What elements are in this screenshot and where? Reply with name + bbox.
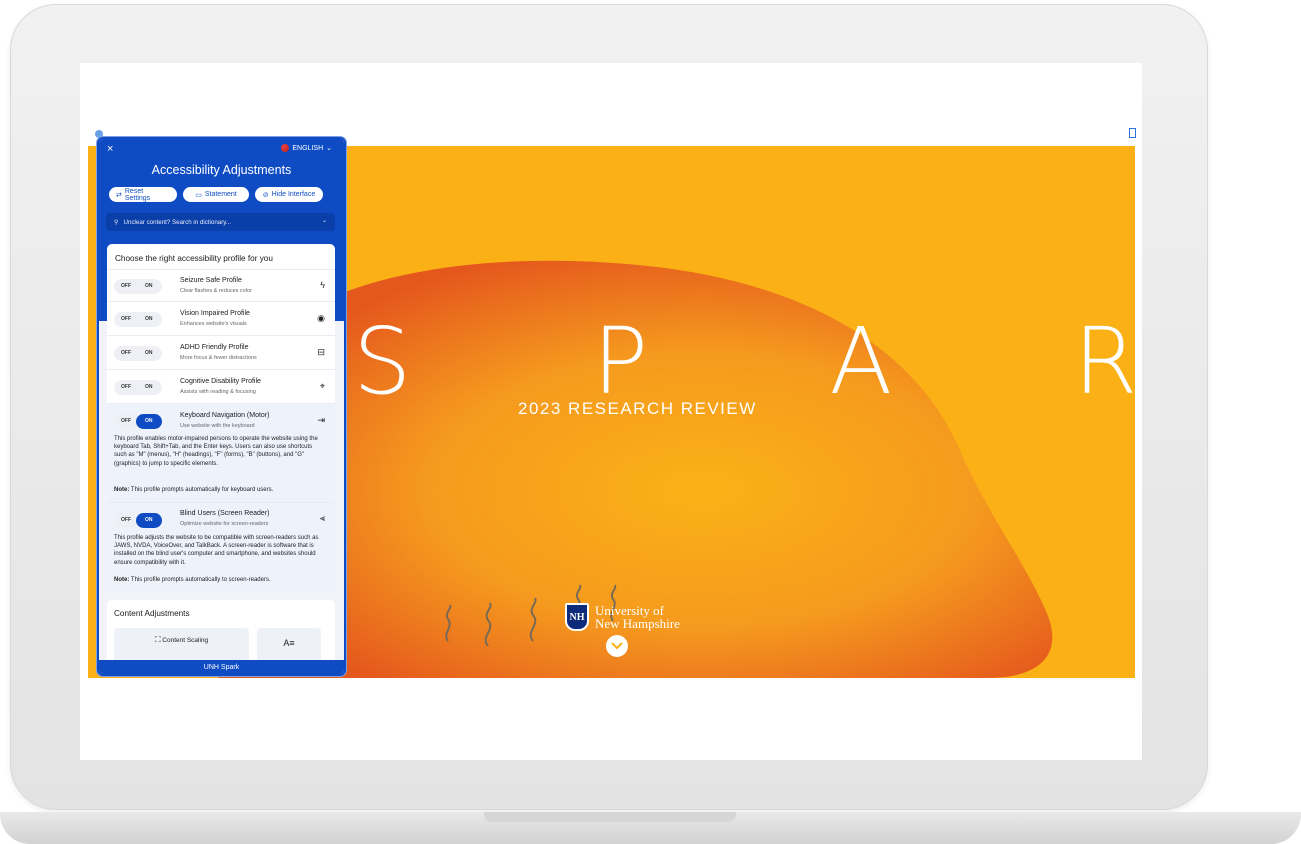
toggle-on-label: ON [145, 384, 153, 390]
search-icon: ⚲ [114, 218, 119, 226]
toggle-off-label: OFF [121, 517, 131, 523]
profile-row-cognitive: OFF ON Cognitive Disability Profile Assi… [107, 369, 335, 404]
panel-title: Accessibility Adjustments [151, 163, 292, 177]
seizure-toggle[interactable]: OFF ON [114, 279, 162, 294]
profile-note: Note: This profile prompts automatically… [114, 486, 326, 494]
profile-note: Note: This profile prompts automatically… [114, 576, 326, 584]
chevron-down-icon [611, 642, 623, 650]
profile-row-blind: OFF ON Blind Users (Screen Reader) Optim… [107, 502, 335, 592]
toggle-off-label: OFF [121, 283, 131, 289]
adhd-toggle[interactable]: OFF ON [114, 346, 162, 361]
profile-details: This profile adjusts the website to be c… [114, 535, 319, 566]
profile-desc: Use website with the keyboard [180, 423, 255, 429]
profiles-card: Choose the right accessibility profile f… [107, 244, 335, 592]
hide-icon: ⊘ [262, 191, 269, 199]
hide-interface-label: Hide Interface [271, 191, 316, 198]
cognitive-toggle[interactable]: OFF ON [114, 380, 162, 395]
profile-name: Blind Users (Screen Reader) [180, 510, 270, 517]
panel-footer: UNH Spark [99, 660, 344, 674]
toggle-off-label: OFF [121, 384, 131, 390]
profile-desc: Enhances website's visuals [180, 321, 247, 327]
chevron-down-icon: ⌄ [321, 218, 327, 224]
profile-name: Cognitive Disability Profile [180, 378, 261, 385]
focus-icon: ⊟ [317, 347, 325, 357]
profile-desc: Assists with reading & focusing [180, 389, 256, 395]
profile-desc: More focus & fewer distractions [180, 355, 257, 361]
close-icon[interactable]: × [107, 143, 113, 155]
profile-name: ADHD Friendly Profile [180, 344, 249, 351]
toggle-on-label: ON [145, 316, 153, 322]
lightning-icon: ϟ [320, 280, 325, 290]
language-label: ENGLISH [292, 144, 324, 152]
profiles-heading: Choose the right accessibility profile f… [115, 254, 273, 263]
target-icon: ⌖ [319, 381, 325, 391]
profile-details: This profile enables motor-impaired pers… [114, 436, 318, 467]
text-align-icon: A≡ [283, 638, 295, 648]
toggle-off-label: OFF [121, 316, 131, 322]
statement-button[interactable]: ▭ Statement [183, 187, 249, 202]
toggle-on-label: ON [145, 283, 153, 289]
statement-label: Statement [204, 191, 237, 198]
note-label: Note: [114, 577, 130, 583]
profile-row-keyboard: OFF ON Keyboard Navigation (Motor) Use w… [107, 403, 335, 503]
profile-row-vision: OFF ON Vision Impaired Profile Enhances … [107, 301, 335, 336]
profile-row-seizure: OFF ON Seizure Safe Profile Clear flashe… [107, 269, 335, 302]
search-placeholder: Unclear content? Search in dictionary... [123, 218, 232, 226]
scaling-icon: ⛶ [154, 635, 161, 644]
page-edge-icon[interactable] [1129, 128, 1136, 138]
content-scaling-text: Content Scaling [162, 637, 209, 644]
unh-wordmark: University of New Hampshire [595, 604, 680, 630]
profile-desc: Optimize website for screen-readers [180, 521, 269, 527]
laptop-notch [484, 812, 736, 822]
profile-row-adhd: OFF ON ADHD Friendly Profile More focus … [107, 335, 335, 370]
blind-toggle[interactable]: OFF ON [114, 513, 162, 528]
profile-name: Vision Impaired Profile [180, 310, 250, 317]
hide-interface-button[interactable]: ⊘ Hide Interface [255, 187, 323, 202]
eye-icon: ◉ [317, 313, 325, 323]
unh-shield-icon: NH [565, 603, 589, 631]
scroll-down-button[interactable] [606, 635, 628, 657]
accessibility-panel: × ENGLISH ⌄ Accessibility Adjustments ⇄ … [97, 137, 346, 676]
note-label: Note: [114, 487, 130, 493]
reset-settings-label: Reset Settings [124, 187, 151, 202]
note-text: This profile prompts automatically for k… [130, 487, 274, 493]
profile-name: Seizure Safe Profile [180, 277, 242, 284]
profile-desc: Clear flashes & reduces color [180, 288, 252, 294]
arrow-right-icon: ⇥ [317, 415, 325, 425]
vision-toggle[interactable]: OFF ON [114, 312, 162, 327]
content-scaling-label: ⛶ Content Scaling [114, 635, 249, 645]
panel-action-buttons: ⇄ Reset Settings ▭ Statement ⊘ Hide Inte… [109, 187, 323, 202]
profile-name: Keyboard Navigation (Motor) [180, 412, 270, 419]
keyboard-toggle[interactable]: OFF ON [114, 414, 162, 429]
toggle-on-label: ON [145, 350, 153, 356]
content-adjustments-heading: Content Adjustments [114, 609, 190, 618]
chevron-down-icon: ⌄ [326, 145, 332, 152]
dictionary-search[interactable]: ⚲ Unclear content? Search in dictionary.… [106, 213, 335, 231]
us-flag-icon [281, 144, 290, 152]
reset-settings-button[interactable]: ⇄ Reset Settings [109, 187, 177, 202]
statement-icon: ▭ [195, 191, 202, 199]
unh-logo[interactable]: NH University of New Hampshire [565, 603, 680, 631]
unh-line2: New Hampshire [595, 616, 680, 631]
note-text: This profile prompts automatically to sc… [130, 577, 271, 583]
toggle-on-label: ON [145, 418, 153, 424]
audio-icon: ⫷ [319, 513, 325, 523]
toggle-on-label: ON [145, 517, 153, 523]
toggle-off-label: OFF [121, 418, 131, 424]
reset-icon: ⇄ [116, 191, 122, 199]
toggle-off-label: OFF [121, 350, 131, 356]
hero-subtitle: 2023 RESEARCH REVIEW [518, 399, 757, 418]
language-selector[interactable]: ENGLISH ⌄ [281, 144, 332, 152]
